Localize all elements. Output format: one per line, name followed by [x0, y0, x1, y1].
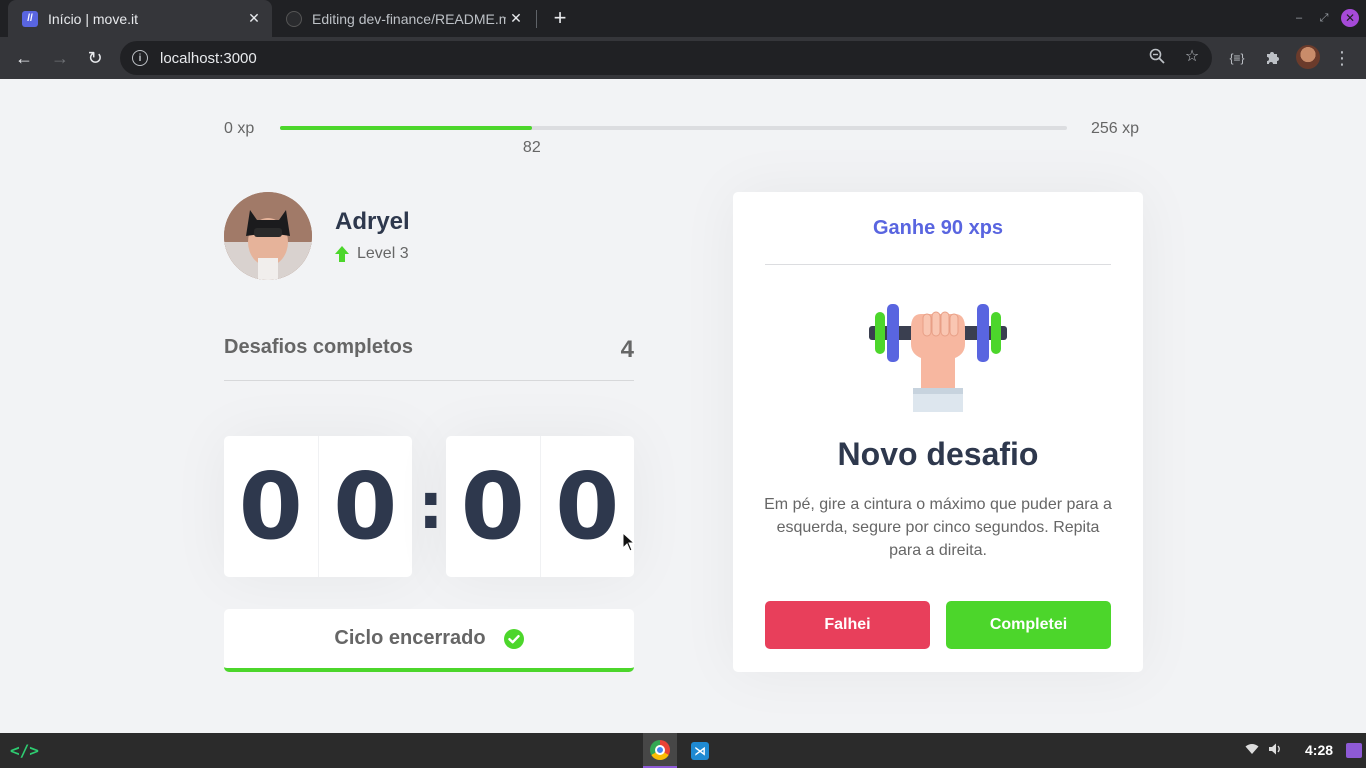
profile-level: Level 3	[335, 245, 409, 263]
url-text: localhost:3000	[160, 49, 257, 67]
minimize-window-icon[interactable]: –	[1291, 10, 1307, 26]
bookmark-star-icon[interactable]: ☆	[1182, 46, 1202, 66]
move-it-favicon-icon: //	[22, 10, 38, 27]
second-digit: 0	[460, 453, 525, 560]
challenge-title: Novo desafio	[837, 436, 1039, 472]
tab-move-it[interactable]: // Início | move.it ✕	[8, 0, 272, 37]
tab-divider	[536, 10, 537, 28]
tab-title: Início | move.it	[48, 10, 139, 27]
github-favicon-icon	[286, 10, 302, 27]
minute-digit: 0	[238, 453, 303, 560]
zoom-icon[interactable]	[1147, 46, 1167, 66]
countdown-minutes: 0 0	[224, 436, 412, 577]
maximize-window-icon[interactable]: ⤢	[1316, 10, 1332, 26]
completed-challenges: Desafios completos 4	[224, 336, 634, 381]
browser-tab-bar: // Início | move.it ✕ Editing dev-financ…	[0, 0, 1366, 37]
new-tab-button[interactable]: +	[548, 6, 572, 30]
challenge-description: Em pé, gire a cintura o máximo que puder…	[764, 496, 1112, 559]
minute-digit: 0	[317, 436, 413, 577]
browser-toolbar: ← → ↻ i localhost:3000 ☆	[0, 37, 1366, 79]
xp-progress-bar	[280, 126, 1067, 130]
back-arrow-icon[interactable]: ←	[12, 46, 36, 70]
check-circle-icon	[503, 628, 524, 649]
wifi-icon[interactable]	[1245, 742, 1259, 758]
cycle-finished-button[interactable]: Ciclo encerrado	[224, 609, 634, 672]
level-up-arrow-icon	[335, 246, 349, 262]
user-avatar	[224, 192, 312, 280]
dumbbell-body-icon	[869, 304, 1007, 412]
os-taskbar: </> ⋊ 4:28	[0, 733, 1366, 768]
forward-arrow-icon[interactable]: →	[48, 46, 72, 70]
profile-avatar-icon[interactable]	[1296, 45, 1320, 69]
xp-max-label: 256 xp	[1091, 120, 1140, 137]
volume-icon[interactable]	[1268, 742, 1282, 758]
cycle-button-label: Ciclo encerrado	[334, 627, 486, 649]
profile-name: Adryel	[335, 208, 410, 235]
chrome-icon	[650, 739, 670, 760]
xp-progress-fill	[280, 126, 532, 130]
address-bar[interactable]: i localhost:3000	[120, 41, 1212, 75]
taskbar-chrome[interactable]	[643, 733, 677, 768]
completed-challenges-count: 4	[620, 336, 634, 363]
fail-challenge-button[interactable]: Falhei	[765, 601, 930, 649]
countdown-seconds: 0 0	[446, 436, 634, 577]
tab-title: Editing dev-finance/README.md	[312, 10, 506, 27]
second-digit: 0	[539, 436, 635, 577]
tab-github-readme[interactable]: Editing dev-finance/README.md ✕	[276, 0, 534, 37]
close-tab-icon[interactable]: ✕	[244, 9, 264, 29]
vscode-icon: ⋊	[691, 741, 709, 760]
reload-icon[interactable]: ↻	[83, 46, 107, 70]
challenge-card: Ganhe 90 xps Novo desafio Em pé, gire a …	[733, 192, 1143, 672]
complete-challenge-button[interactable]: Completei	[946, 601, 1111, 649]
countdown-separator: :	[418, 470, 444, 544]
site-info-icon[interactable]: i	[132, 50, 148, 66]
close-tab-icon[interactable]: ✕	[506, 9, 526, 29]
close-window-button[interactable]: ✕	[1341, 9, 1359, 27]
extensions-puzzle-icon[interactable]	[1261, 47, 1283, 69]
xp-min-label: 0 xp	[224, 120, 255, 137]
xp-current-label: 82	[522, 139, 541, 156]
more-menu-icon[interactable]: ⋮	[1331, 47, 1353, 69]
taskbar-clock[interactable]: 4:28	[1305, 742, 1333, 758]
level-label: Level 3	[357, 245, 409, 262]
challenge-reward: Ganhe 90 xps	[765, 192, 1111, 265]
app-launcher-icon[interactable]: </>	[10, 741, 39, 761]
notifications-icon[interactable]	[1346, 743, 1362, 758]
mouse-cursor-icon	[622, 532, 636, 552]
taskbar-vscode[interactable]: ⋊	[683, 733, 717, 768]
completed-challenges-label: Desafios completos	[224, 336, 413, 358]
extension-code-icon[interactable]: {≡}	[1226, 47, 1248, 69]
